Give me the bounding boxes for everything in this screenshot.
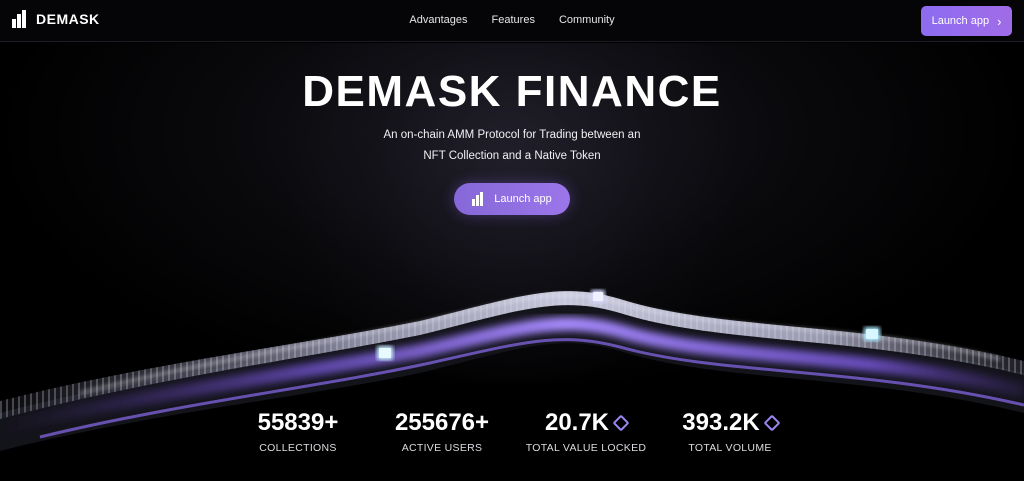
top-navbar: DEMASK Advantages Features Community Lau… [0, 0, 1024, 42]
nav-links: Advantages Features Community [0, 14, 1024, 26]
hero-subtitle: An on-chain AMM Protocol for Trading bet… [0, 125, 1024, 167]
hero-subtitle-line-1: An on-chain AMM Protocol for Trading bet… [383, 129, 641, 141]
chevron-right-icon: › [997, 13, 1002, 29]
cube-icon [377, 346, 393, 360]
nav-launch-app-label: Launch app [931, 15, 990, 27]
nav-launch-app-button[interactable]: Launch app › [921, 6, 1012, 36]
hero-launch-app-button[interactable]: Launch app [454, 183, 570, 215]
hero-section: DEMASK FINANCE An on-chain AMM Protocol … [0, 43, 1024, 481]
cube-icon [591, 290, 605, 303]
nav-link-community[interactable]: Community [559, 14, 615, 26]
hero-launch-app-label: Launch app [494, 193, 552, 205]
cube-icon [864, 327, 880, 341]
hero-title: DEMASK FINANCE [302, 67, 722, 116]
nav-link-features[interactable]: Features [492, 14, 535, 26]
nav-link-advantages[interactable]: Advantages [409, 14, 467, 26]
conveyor-illustration [0, 290, 1024, 451]
hero-subtitle-line-2: NFT Collection and a Native Token [423, 150, 601, 162]
logo-bars-icon [472, 192, 486, 206]
